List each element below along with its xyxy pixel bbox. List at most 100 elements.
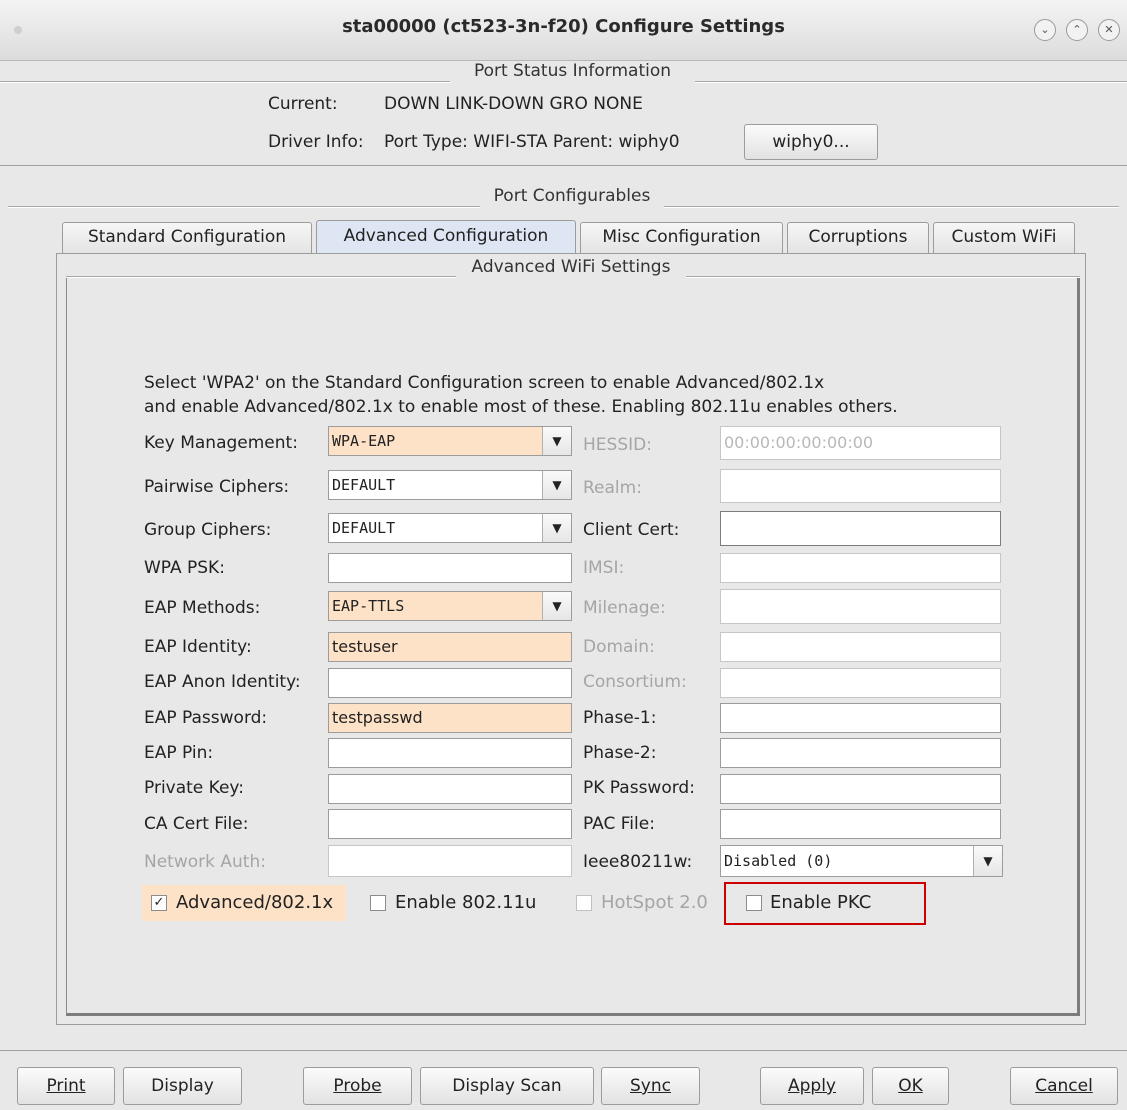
pairwise-ciphers-label: Pairwise Ciphers: (144, 477, 290, 497)
client-cert-label: Client Cert: (583, 520, 680, 540)
driver-info-label: Driver Info: (268, 132, 364, 152)
phase-2-label: Phase-2: (583, 743, 657, 763)
phase-2-field[interactable] (720, 738, 1001, 768)
eap-methods-value: EAP-TTLS (332, 597, 405, 615)
port-status-separator-left (0, 81, 450, 83)
pairwise-ciphers-value: DEFAULT (332, 476, 396, 494)
imsi-label: IMSI: (583, 558, 625, 578)
maximize-icon[interactable]: ⌃ (1066, 19, 1088, 41)
private-key-label: Private Key: (144, 778, 244, 798)
driver-info-value: Port Type: WIFI-STA Parent: wiphy0 (384, 132, 680, 152)
configurables-separator-right (664, 206, 1119, 208)
enable-pkc-label[interactable]: Enable PKC (770, 892, 871, 913)
advanced-8021x-option[interactable]: ✓ Advanced/802.1x (142, 885, 346, 921)
hessid-label: HESSID: (583, 435, 652, 455)
wpa-psk-field[interactable] (328, 553, 572, 583)
network-auth-label: Network Auth: (144, 852, 266, 872)
group-ciphers-value: DEFAULT (332, 519, 396, 537)
enable-80211u-label[interactable]: Enable 802.11u (395, 892, 536, 913)
eap-identity-label: EAP Identity: (144, 637, 252, 657)
eap-password-label: EAP Password: (144, 708, 268, 728)
current-value: DOWN LINK-DOWN GRO NONE (384, 94, 643, 114)
info-text-line-2: and enable Advanced/802.1x to enable mos… (144, 397, 898, 417)
port-status-title: Port Status Information (473, 61, 672, 81)
client-cert-field[interactable] (720, 511, 1001, 546)
ca-cert-file-field[interactable] (328, 809, 572, 839)
milenage-field (720, 589, 1001, 624)
eap-anon-identity-label: EAP Anon Identity: (144, 672, 301, 692)
cancel-button[interactable]: Cancel (1010, 1067, 1118, 1105)
display-scan-button[interactable]: Display Scan (420, 1067, 594, 1105)
pac-file-label: PAC File: (583, 814, 655, 834)
milenage-label: Milenage: (583, 598, 666, 618)
probe-button[interactable]: Probe (303, 1067, 412, 1105)
print-button[interactable]: Print (17, 1067, 115, 1105)
apply-button-label: Apply (788, 1076, 836, 1096)
ca-cert-file-label: CA Cert File: (144, 814, 249, 834)
chevron-down-icon[interactable]: ▼ (542, 427, 571, 455)
tab-advanced-configuration[interactable]: Advanced Configuration (316, 220, 576, 253)
consortium-field (720, 668, 1001, 698)
advanced-wifi-settings-title: Advanced WiFi Settings (471, 257, 671, 277)
apply-button[interactable]: Apply (760, 1067, 864, 1105)
pairwise-ciphers-select[interactable]: DEFAULT ▼ (328, 470, 572, 500)
realm-field (720, 469, 1001, 503)
hessid-field: 00:00:00:00:00:00 (720, 426, 1001, 460)
parent-radio-button[interactable]: wiphy0... (744, 124, 878, 160)
advanced-8021x-checkbox[interactable]: ✓ (151, 895, 167, 911)
phase-1-field[interactable] (720, 703, 1001, 733)
private-key-field[interactable] (328, 774, 572, 804)
domain-label: Domain: (583, 637, 655, 657)
ok-button[interactable]: OK (872, 1067, 949, 1105)
enable-pkc-checkbox[interactable] (746, 895, 762, 911)
button-bar-divider (0, 1050, 1127, 1051)
probe-button-label: Probe (333, 1076, 382, 1096)
sync-button[interactable]: Sync (601, 1067, 700, 1105)
tab-custom-wifi[interactable]: Custom WiFi (933, 222, 1075, 253)
hotspot-20-label: HotSpot 2.0 (601, 892, 708, 913)
eap-password-field[interactable]: testpasswd (328, 703, 572, 733)
key-management-select[interactable]: WPA-EAP ▼ (328, 426, 572, 456)
ieee80211w-select[interactable]: Disabled (0) ▼ (720, 845, 1003, 877)
minimize-icon[interactable]: ⌄ (1034, 19, 1056, 41)
consortium-label: Consortium: (583, 672, 687, 692)
domain-field (720, 632, 1001, 662)
sync-button-label: Sync (630, 1076, 671, 1096)
ieee80211w-label: Ieee80211w: (583, 852, 693, 872)
enable-80211u-checkbox[interactable] (370, 895, 386, 911)
chevron-down-icon[interactable]: ▼ (542, 471, 571, 499)
key-management-value: WPA-EAP (332, 432, 396, 450)
pk-password-field[interactable] (720, 774, 1001, 804)
tab-standard-configuration[interactable]: Standard Configuration (62, 222, 312, 253)
network-auth-field (328, 845, 572, 877)
advanced-separator-left (66, 276, 456, 278)
hotspot-20-checkbox (576, 895, 592, 911)
chevron-down-icon[interactable]: ▼ (542, 514, 571, 542)
eap-anon-identity-field[interactable] (328, 668, 572, 698)
eap-identity-field[interactable]: testuser (328, 632, 572, 662)
pk-password-label: PK Password: (583, 778, 695, 798)
group-ciphers-select[interactable]: DEFAULT ▼ (328, 513, 572, 543)
phase-1-label: Phase-1: (583, 708, 657, 728)
close-icon[interactable]: ✕ (1098, 19, 1120, 41)
eap-pin-field[interactable] (328, 738, 572, 768)
ieee80211w-value: Disabled (0) (724, 852, 833, 870)
chevron-down-icon[interactable]: ▼ (973, 846, 1002, 876)
realm-label: Realm: (583, 478, 642, 498)
pac-file-field[interactable] (720, 809, 1001, 839)
group-ciphers-label: Group Ciphers: (144, 520, 272, 540)
cancel-button-label: Cancel (1035, 1076, 1093, 1096)
eap-methods-select[interactable]: EAP-TTLS ▼ (328, 591, 572, 621)
ok-button-label: OK (898, 1076, 923, 1096)
eap-methods-label: EAP Methods: (144, 598, 261, 618)
key-management-label: Key Management: (144, 433, 298, 453)
window-title: sta00000 (ct523-3n-f20) Configure Settin… (342, 16, 785, 37)
tab-corruptions[interactable]: Corruptions (787, 222, 929, 253)
print-button-label: Print (46, 1076, 86, 1096)
info-text-line-1: Select 'WPA2' on the Standard Configurat… (144, 373, 825, 393)
chevron-down-icon[interactable]: ▼ (542, 592, 571, 620)
port-configurables-title: Port Configurables (493, 186, 651, 206)
advanced-8021x-label: Advanced/802.1x (176, 892, 334, 913)
tab-misc-configuration[interactable]: Misc Configuration (580, 222, 783, 253)
display-button[interactable]: Display (123, 1067, 242, 1105)
